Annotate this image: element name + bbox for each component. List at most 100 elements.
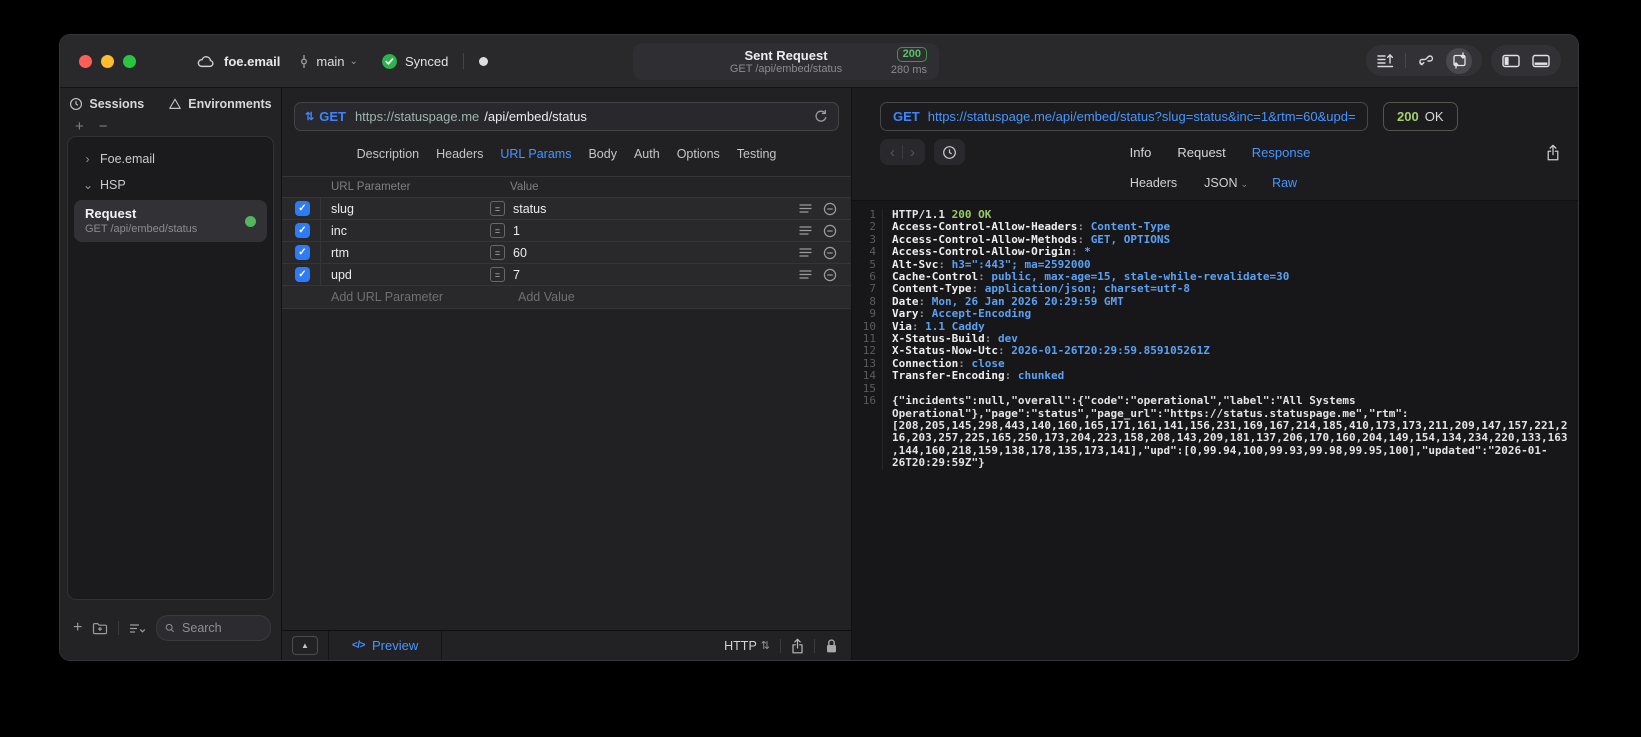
titlebar-toolbar [1366, 45, 1561, 76]
line-number: 2 [852, 220, 883, 234]
toggle-bottom-panel-icon[interactable] [1531, 53, 1551, 69]
param-checkbox[interactable]: ✓ [295, 201, 310, 216]
new-folder-icon[interactable] [92, 621, 108, 635]
history-clock-icon[interactable] [934, 139, 965, 165]
sort-list-icon[interactable] [129, 622, 146, 635]
param-row: ✓ rtm = 60 [282, 241, 851, 263]
tab-sessions[interactable]: Sessions [69, 97, 144, 111]
remove-param-icon[interactable] [823, 224, 837, 238]
response-panel: GET https://statuspage.me/api/embed/stat… [852, 88, 1578, 660]
tree-item[interactable]: › Foe.email [68, 146, 273, 172]
import-export-icon[interactable] [1376, 52, 1395, 69]
response-subtab[interactable]: Headers [1130, 176, 1180, 190]
add-param-placeholder[interactable]: Add URL Parameter [331, 290, 518, 304]
branch-name: main [316, 53, 345, 69]
status-dot [479, 56, 489, 66]
reload-icon[interactable] [814, 109, 828, 124]
sidebar-request-item[interactable]: Request GET /api/embed/status [74, 200, 267, 242]
response-status-text: OK [1424, 109, 1444, 124]
param-value[interactable]: 1 [505, 224, 799, 238]
line-content: Vary: Accept-Encoding [892, 307, 1032, 321]
tree-item[interactable]: ⌄ HSP [68, 172, 273, 198]
response-tab[interactable]: Response [1252, 145, 1311, 160]
remove-session-button[interactable]: − [99, 119, 108, 135]
request-panel: ⇅ GET https://statuspage.me/api/embed/st… [282, 88, 852, 660]
subtab-label: Raw [1272, 176, 1298, 190]
lock-icon[interactable] [825, 638, 838, 654]
sidebar-search[interactable] [156, 615, 271, 641]
export-response-icon[interactable] [1546, 144, 1560, 161]
add-value-placeholder[interactable]: Add Value [518, 290, 575, 304]
response-body-view[interactable]: 1 HTTP/1.1 200 OK 2 Access-Control-Allow… [852, 200, 1578, 660]
sent-request-summary[interactable]: Sent Request GET /api/embed/status 200 2… [633, 43, 939, 80]
param-checkbox[interactable]: ✓ [295, 223, 310, 238]
remove-param-icon[interactable] [823, 246, 837, 260]
request-tab[interactable]: Description [357, 147, 420, 161]
param-value[interactable]: 7 [505, 268, 799, 282]
request-url-bar[interactable]: ⇅ GET https://statuspage.me/api/embed/st… [294, 102, 839, 131]
request-duration: 280 ms [890, 64, 927, 76]
toggle-sidebar-icon[interactable] [1501, 53, 1521, 69]
tree-chevron-icon[interactable]: › [83, 152, 92, 166]
param-value[interactable]: status [505, 202, 799, 216]
row-options-icon[interactable] [799, 203, 812, 214]
row-options-icon[interactable] [799, 225, 812, 236]
response-tab[interactable]: Info [1130, 145, 1152, 160]
request-tab[interactable]: Body [588, 147, 617, 161]
request-tab[interactable]: URL Params [500, 147, 571, 161]
branch-selector[interactable]: main ⌄ [297, 54, 358, 69]
param-checkbox[interactable]: ✓ [295, 267, 310, 282]
request-url-host[interactable]: https://statuspage.me [355, 109, 479, 124]
back-icon[interactable]: ‹ [883, 145, 902, 160]
param-name[interactable]: inc [321, 224, 490, 238]
request-response-toggle[interactable] [1446, 47, 1472, 74]
traffic-lights [79, 54, 136, 68]
collapse-panel-button[interactable]: ▲ [292, 636, 318, 655]
popup-chevrons-icon: ⇅ [760, 640, 770, 652]
protocol-selector[interactable]: HTTP ⇅ [724, 639, 770, 653]
param-name[interactable]: slug [321, 202, 490, 216]
request-url-path[interactable]: /api/embed/status [484, 109, 587, 124]
remove-param-icon[interactable] [823, 268, 837, 282]
close-window-button[interactable] [79, 54, 92, 68]
follow-redirect-icon[interactable] [1416, 52, 1436, 69]
request-tab[interactable]: Options [677, 147, 720, 161]
response-tabs: Info Request Response [1130, 145, 1311, 160]
row-options-icon[interactable] [799, 247, 812, 258]
param-value[interactable]: 60 [505, 246, 799, 260]
commit-icon [297, 54, 311, 69]
param-checkbox[interactable]: ✓ [295, 245, 310, 260]
sync-status[interactable]: Synced [381, 53, 448, 70]
tree-chevron-icon[interactable]: ⌄ [83, 178, 93, 192]
line-content: {"incidents":null,"overall":{"code":"ope… [892, 394, 1568, 470]
subtab-label: Headers [1129, 176, 1178, 190]
workspace-name[interactable]: foe.email [224, 54, 280, 69]
request-tab[interactable]: Auth [634, 147, 660, 161]
param-name[interactable]: rtm [321, 246, 490, 260]
request-tab[interactable]: Headers [436, 147, 483, 161]
code-icon: </> [352, 640, 365, 651]
method-dropdown-icon[interactable]: ⇅ [305, 110, 314, 123]
add-session-button[interactable]: + [75, 119, 84, 135]
minimize-window-button[interactable] [101, 54, 114, 68]
response-subtab[interactable]: Raw [1272, 176, 1300, 190]
remove-param-icon[interactable] [823, 202, 837, 216]
zoom-window-button[interactable] [123, 54, 136, 68]
preview-button[interactable]: </> Preview [329, 631, 441, 660]
request-method[interactable]: GET [319, 109, 346, 124]
tab-environments[interactable]: Environments [168, 97, 272, 111]
response-url-box[interactable]: GET https://statuspage.me/api/embed/stat… [880, 102, 1368, 131]
toolbar-group-layout [1491, 45, 1561, 76]
response-subtab[interactable]: JSON ⌄ [1204, 176, 1248, 190]
share-icon[interactable] [791, 638, 804, 654]
param-name[interactable]: upd [321, 268, 490, 282]
new-item-button[interactable]: + [73, 620, 82, 636]
row-options-icon[interactable] [799, 269, 812, 280]
forward-icon[interactable]: › [903, 145, 922, 160]
clock-icon [70, 98, 83, 110]
add-param-row: Add URL Parameter Add Value [282, 285, 851, 308]
search-input[interactable] [180, 620, 262, 636]
tab-environments-label: Environments [188, 97, 272, 111]
response-tab[interactable]: Request [1177, 145, 1225, 160]
request-tab[interactable]: Testing [737, 147, 777, 161]
